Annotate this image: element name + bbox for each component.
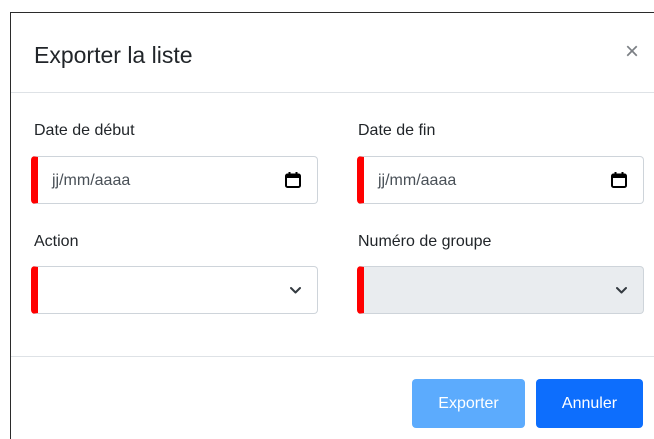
start-date-label: Date de début	[34, 122, 135, 139]
end-date-label: Date de fin	[358, 122, 436, 139]
action-label: Action	[34, 233, 79, 250]
calendar-icon[interactable]	[611, 172, 627, 188]
modal-title: Exporter la liste	[34, 42, 193, 68]
cancel-button[interactable]: Annuler	[536, 379, 643, 428]
modal-header: Exporter la liste ×	[11, 13, 654, 93]
group-number-label: Numéro de groupe	[358, 233, 492, 250]
end-date-placeholder: jj/mm/aaaa	[378, 172, 457, 189]
calendar-icon[interactable]	[285, 172, 301, 188]
end-date-input[interactable]: jj/mm/aaaa	[357, 156, 644, 204]
export-dialog: Exporter la liste × Date de début jj/mm/…	[10, 12, 654, 439]
action-select[interactable]	[31, 266, 318, 314]
chevron-down-icon	[290, 287, 301, 294]
chevron-down-icon	[616, 287, 627, 294]
close-icon[interactable]: ×	[620, 39, 644, 65]
export-button[interactable]: Exporter	[412, 379, 525, 428]
group-number-select[interactable]	[357, 266, 644, 314]
start-date-input[interactable]: jj/mm/aaaa	[31, 156, 318, 204]
footer-divider	[11, 356, 654, 357]
start-date-placeholder: jj/mm/aaaa	[52, 172, 131, 189]
